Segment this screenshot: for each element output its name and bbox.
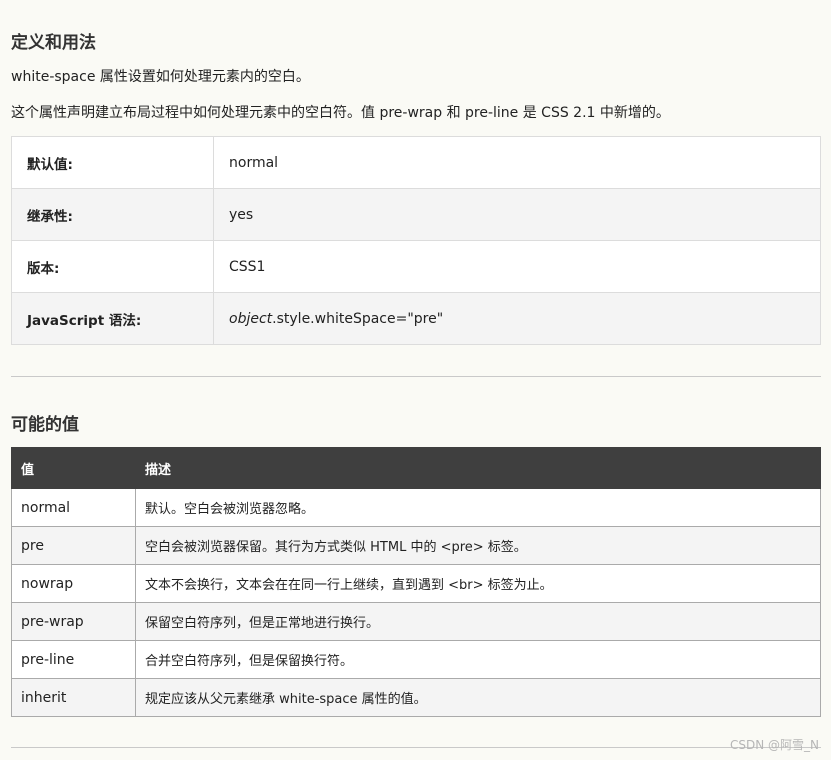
js-object-italic: object xyxy=(229,310,273,327)
property-value: CSS1 xyxy=(213,240,821,293)
property-row-inherited: 继承性: yes xyxy=(11,188,821,241)
values-table: 值 描述 normal 默认。空白会被浏览器忽略。 pre 空白会被浏览器保留。… xyxy=(11,447,821,717)
property-value: normal xyxy=(213,136,821,189)
table-row: pre 空白会被浏览器保留。其行为方式类似 HTML 中的 <pre> 标签。 xyxy=(11,526,821,565)
table-row: pre-line 合并空白符序列，但是保留换行符。 xyxy=(11,640,821,679)
description-cell: 规定应该从父元素继承 white-space 属性的值。 xyxy=(135,678,821,717)
value-cell: pre-line xyxy=(11,640,136,679)
intro-paragraph: white-space 属性设置如何处理元素内的空白。 xyxy=(11,69,310,85)
description-cell: 默认。空白会被浏览器忽略。 xyxy=(135,488,821,527)
description-cell: 保留空白符序列，但是正常地进行换行。 xyxy=(135,602,821,641)
description-cell: 合并空白符序列，但是保留换行符。 xyxy=(135,640,821,679)
property-table: 默认值: normal 继承性: yes 版本: CSS1 JavaScript… xyxy=(11,136,821,345)
description-cell: 空白会被浏览器保留。其行为方式类似 HTML 中的 <pre> 标签。 xyxy=(135,526,821,565)
table-row: pre-wrap 保留空白符序列，但是正常地进行换行。 xyxy=(11,602,821,641)
description-paragraph: 这个属性声明建立布局过程中如何处理元素中的空白符。值 pre-wrap 和 pr… xyxy=(11,105,670,121)
property-label: 继承性: xyxy=(11,188,214,241)
divider xyxy=(11,376,821,377)
csdn-watermark: CSDN @阿雪_N xyxy=(729,738,819,752)
table-row: nowrap 文本不会换行，文本会在在同一行上继续，直到遇到 <br> 标签为止… xyxy=(11,564,821,603)
values-heading: 可能的值 xyxy=(11,415,79,435)
definition-heading: 定义和用法 xyxy=(11,33,96,53)
table-row: normal 默认。空白会被浏览器忽略。 xyxy=(11,488,821,527)
table-row: inherit 规定应该从父元素继承 white-space 属性的值。 xyxy=(11,678,821,717)
js-syntax-rest: .style.whiteSpace="pre" xyxy=(272,310,444,327)
property-row-version: 版本: CSS1 xyxy=(11,240,821,293)
property-row-default: 默认值: normal xyxy=(11,136,821,189)
divider xyxy=(11,747,821,748)
value-cell: pre-wrap xyxy=(11,602,136,641)
column-header-description: 描述 xyxy=(135,447,821,489)
property-label: 默认值: xyxy=(11,136,214,189)
value-cell: normal xyxy=(11,488,136,527)
property-label: 版本: xyxy=(11,240,214,293)
property-value: yes xyxy=(213,188,821,241)
property-value: object.style.whiteSpace="pre" xyxy=(213,292,821,345)
column-header-value: 值 xyxy=(11,447,136,489)
value-cell: pre xyxy=(11,526,136,565)
description-cell: 文本不会换行，文本会在在同一行上继续，直到遇到 <br> 标签为止。 xyxy=(135,564,821,603)
property-label: JavaScript 语法: xyxy=(11,292,214,345)
value-cell: nowrap xyxy=(11,564,136,603)
property-row-js-syntax: JavaScript 语法: object.style.whiteSpace="… xyxy=(11,292,821,345)
value-cell: inherit xyxy=(11,678,136,717)
values-header-row: 值 描述 xyxy=(11,447,821,489)
